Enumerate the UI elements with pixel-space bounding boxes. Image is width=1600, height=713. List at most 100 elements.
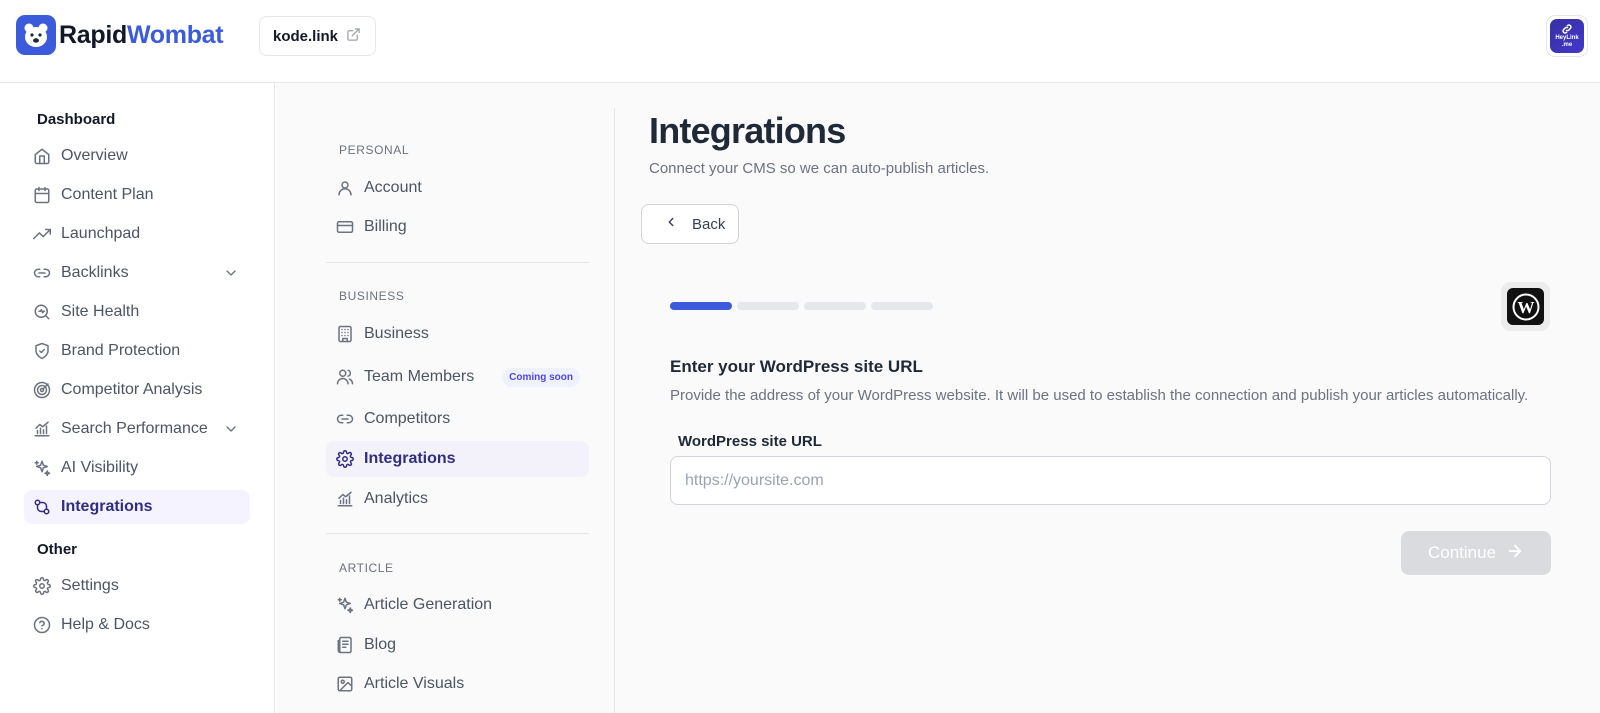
avatar-image: HeyLink .me — [1550, 19, 1584, 53]
sidebar-item-backlinks[interactable]: Backlinks — [24, 256, 250, 290]
settings-divider — [326, 262, 589, 263]
step-description: Provide the address of your WordPress we… — [670, 387, 1529, 404]
settings-item-team-members[interactable]: Team Members Coming soon — [326, 359, 589, 395]
settings-item-competitors[interactable]: Competitors — [326, 401, 589, 437]
user-avatar[interactable]: HeyLink .me — [1546, 15, 1588, 57]
sidebar-item-search-performance[interactable]: Search Performance — [24, 412, 250, 446]
settings-item-integrations[interactable]: Integrations — [326, 441, 589, 477]
settings-item-label: Business — [364, 325, 429, 342]
sidebar-item-competitor-analysis[interactable]: Competitor Analysis — [24, 373, 250, 407]
brand-name-wombat: Wombat — [126, 20, 224, 49]
avatar-text-line1: HeyLink — [1555, 35, 1579, 41]
newspaper-icon — [336, 636, 354, 654]
calendar-icon — [33, 186, 51, 204]
svg-text:W: W — [1517, 298, 1534, 317]
wordpress-url-label: WordPress site URL — [678, 433, 822, 450]
link-icon — [336, 410, 354, 428]
chevron-down-icon[interactable] — [223, 421, 239, 437]
integrations-icon — [33, 498, 51, 516]
continue-button-label: Continue — [1427, 543, 1497, 562]
wordpress-icon: W — [1507, 288, 1544, 325]
back-button-label: Back — [692, 215, 726, 233]
wordpress-badge: W — [1501, 282, 1550, 331]
credit-card-icon — [336, 218, 354, 236]
settings-item-label: Competitors — [364, 410, 451, 427]
avatar-text-line2: .me — [1561, 42, 1573, 48]
continue-button[interactable]: Continue — [1401, 531, 1551, 575]
sidebar-item-label: Integrations — [61, 498, 153, 515]
sidebar-group-other: Other — [37, 541, 78, 558]
settings-item-blog[interactable]: Blog — [326, 627, 589, 663]
main-sidebar: Dashboard Overview Content Plan Launchpa… — [0, 83, 275, 713]
home-icon — [33, 147, 51, 165]
bar-chart-icon — [336, 490, 354, 508]
sidebar-item-integrations[interactable]: Integrations — [24, 490, 250, 524]
sidebar-item-label: Backlinks — [61, 264, 129, 281]
sidebar-item-content-plan[interactable]: Content Plan — [24, 178, 250, 212]
settings-item-analytics[interactable]: Analytics — [326, 481, 589, 517]
user-icon — [336, 179, 354, 197]
settings-item-article-generation[interactable]: Article Generation — [326, 587, 589, 623]
brand-name-rapid: Rapid — [59, 20, 127, 49]
back-button[interactable]: Back — [641, 204, 739, 244]
trending-up-icon — [33, 225, 51, 243]
site-selector-chip[interactable]: kode.link — [259, 16, 377, 56]
sidebar-item-label: Search Performance — [61, 420, 208, 437]
settings-item-article-visuals[interactable]: Article Visuals — [326, 666, 589, 702]
sidebar-item-launchpad[interactable]: Launchpad — [24, 217, 250, 251]
settings-item-label: Team Members — [364, 368, 475, 385]
image-icon — [336, 675, 354, 693]
coming-soon-badge: Coming soon — [502, 368, 580, 387]
settings-item-billing[interactable]: Billing — [326, 209, 589, 245]
wordpress-url-input[interactable] — [670, 456, 1551, 505]
top-header: RapidWombat kode.link HeyLink .me — [0, 0, 1600, 83]
brand-logo[interactable]: RapidWombat — [16, 15, 224, 55]
sparkles-icon — [336, 596, 354, 614]
sidebar-item-label: Content Plan — [61, 186, 154, 203]
sidebar-group-dashboard: Dashboard — [37, 111, 116, 128]
settings-item-label: Article Visuals — [364, 675, 465, 692]
settings-item-label: Billing — [364, 218, 407, 235]
chevron-left-icon — [664, 215, 678, 233]
progress-segment — [670, 302, 732, 310]
sidebar-item-brand-protection[interactable]: Brand Protection — [24, 334, 250, 368]
sidebar-item-label: Settings — [61, 577, 119, 594]
shield-icon — [33, 342, 51, 360]
sidebar-item-label: Competitor Analysis — [61, 381, 203, 398]
progress-segment — [871, 302, 933, 310]
progress-segment — [737, 302, 799, 310]
building-icon — [336, 325, 354, 343]
link-icon — [33, 264, 51, 282]
settings-item-label: Analytics — [364, 490, 429, 507]
settings-item-business[interactable]: Business — [326, 316, 589, 352]
chevron-down-icon[interactable] — [223, 265, 239, 281]
settings-item-label: Article Generation — [364, 596, 493, 613]
progress-segment — [804, 302, 866, 310]
sidebar-item-help-docs[interactable]: Help & Docs — [24, 608, 250, 642]
target-icon — [33, 381, 51, 399]
step-title: Enter your WordPress site URL — [670, 357, 923, 376]
settings-section-article: ARTICLE — [339, 561, 394, 575]
sidebar-item-overview[interactable]: Overview — [24, 139, 250, 173]
settings-item-label: Account — [364, 179, 422, 196]
settings-section-business: BUSINESS — [339, 289, 405, 303]
bar-chart-icon — [33, 420, 51, 438]
sidebar-item-site-health[interactable]: Site Health — [24, 295, 250, 329]
search-health-icon — [33, 303, 51, 321]
step-progress — [670, 302, 933, 310]
settings-item-account[interactable]: Account — [326, 170, 589, 206]
users-icon — [336, 368, 354, 386]
settings-section-personal: PERSONAL — [339, 143, 410, 157]
external-link-icon — [346, 27, 361, 46]
sidebar-item-label: Brand Protection — [61, 342, 181, 359]
gear-icon — [336, 450, 354, 468]
settings-item-label: Blog — [364, 636, 397, 653]
sparkles-icon — [33, 459, 51, 477]
page-title: Integrations — [649, 110, 846, 151]
sidebar-item-label: Help & Docs — [61, 616, 150, 633]
sidebar-item-label: Overview — [61, 147, 128, 164]
panel-divider — [614, 108, 615, 713]
sidebar-item-settings[interactable]: Settings — [24, 569, 250, 603]
sidebar-item-ai-visibility[interactable]: AI Visibility — [24, 451, 250, 485]
gear-icon — [33, 577, 51, 595]
